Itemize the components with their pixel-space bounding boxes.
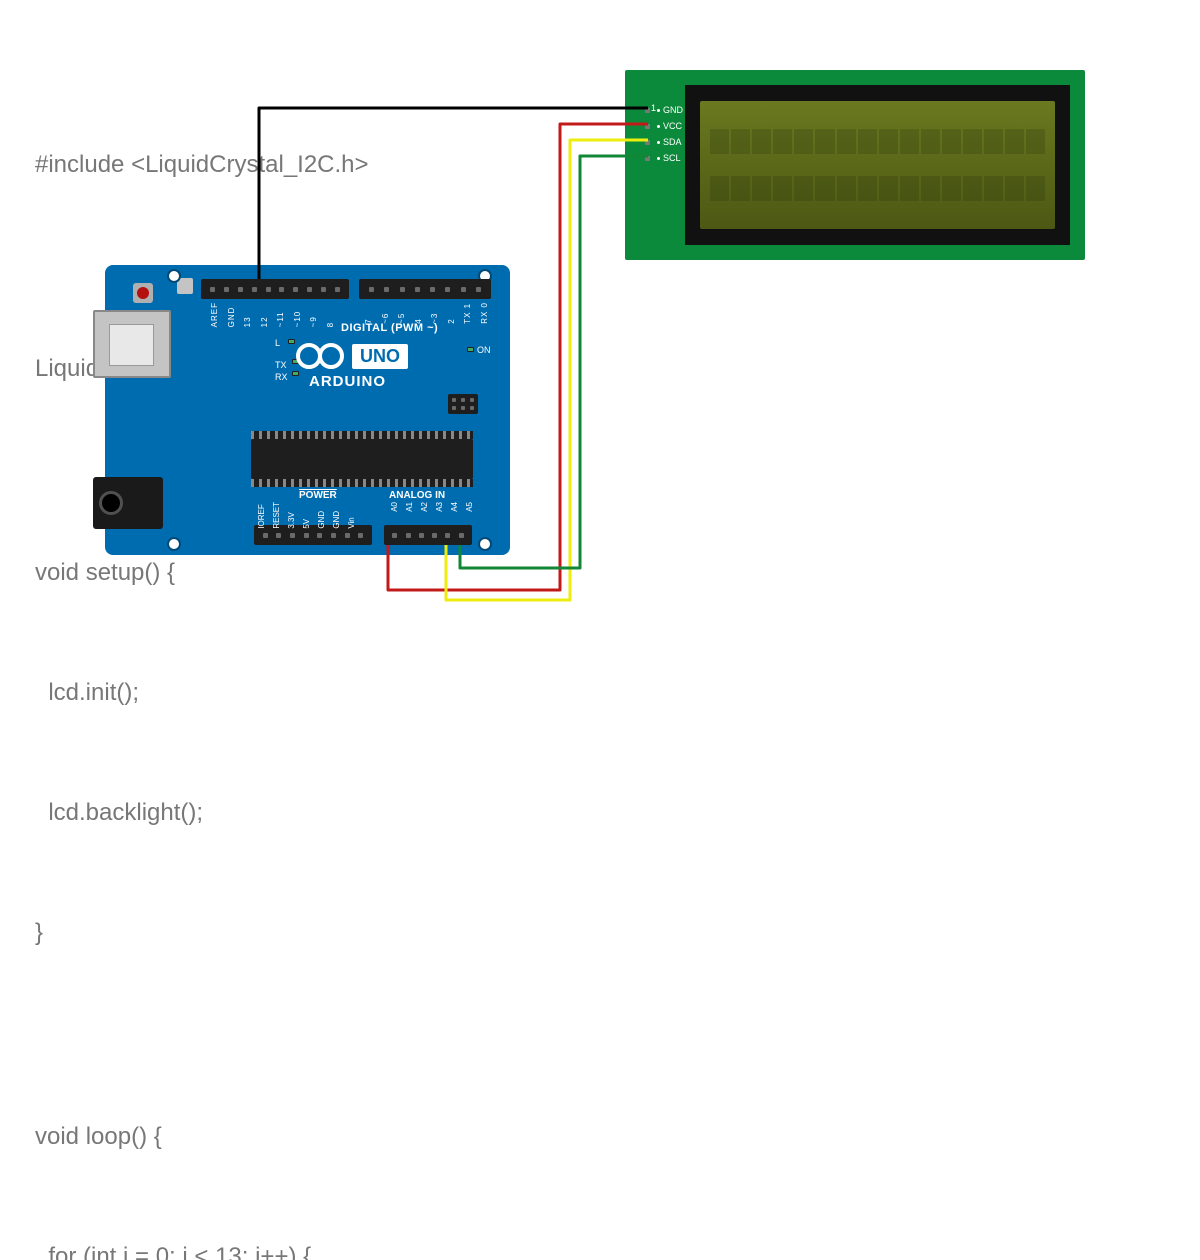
uno-badge: UNO — [352, 344, 408, 369]
icsp-header[interactable] — [448, 394, 478, 414]
lcd-screen — [700, 101, 1054, 229]
arduino-logo: UNO — [296, 343, 408, 369]
power-section-label: POWER — [299, 490, 337, 501]
arduino-uno-board[interactable]: AREFGND1312~11~10~98 7~6~54~32TX 1RX 0 D… — [105, 265, 510, 555]
arduino-brand-text: ARDUINO — [309, 373, 386, 390]
code-line-7: lcd.backlight(); — [35, 795, 403, 831]
l-led-label: L — [275, 338, 280, 348]
atmega-chip-icon — [251, 439, 473, 479]
code-line-10: void loop() { — [35, 1119, 403, 1155]
rx-label: RX — [275, 372, 288, 382]
code-background: #include <LiquidCrystal_I2C.h> LiquidCry… — [35, 75, 403, 1260]
lcd-i2c-module[interactable]: 1 GNDVCCSDASCL — [625, 70, 1085, 260]
analog-section-label: ANALOG IN — [389, 490, 445, 501]
code-line-6: lcd.init(); — [35, 675, 403, 711]
digital-pin-labels-1: AREFGND1312~11~10~98 — [210, 302, 342, 327]
rx-led — [292, 371, 299, 376]
on-led-label: ON — [477, 345, 491, 355]
mounting-hole — [167, 269, 181, 283]
lcd-frame — [685, 85, 1070, 245]
digital-header-1[interactable] — [201, 279, 349, 299]
code-line-1: #include <LiquidCrystal_I2C.h> — [35, 147, 403, 183]
code-line-8: } — [35, 915, 403, 951]
on-led — [467, 347, 474, 352]
code-line-5: void setup() { — [35, 555, 403, 591]
digital-pwm-label: DIGITAL (PWM ~) — [341, 322, 438, 334]
power-pin-labels: IOREFRESET3.3V5VGNDGNDVin — [257, 502, 362, 529]
txrx-labels: TX RX — [275, 358, 288, 384]
infinity-icon — [296, 343, 344, 369]
digital-pin-labels-2: 7~6~54~32TX 1RX 0 — [364, 302, 514, 324]
analog-header[interactable] — [384, 525, 472, 545]
reset-button[interactable] — [133, 283, 153, 303]
power-jack — [93, 477, 163, 529]
tx-label: TX — [275, 360, 288, 370]
digital-header-2[interactable] — [359, 279, 491, 299]
l-led — [288, 339, 295, 344]
analog-pin-labels: A0A1A2A3A4A5 — [390, 502, 480, 512]
mounting-hole — [478, 537, 492, 551]
lcd-pin-labels: GNDVCCSDASCL — [645, 102, 683, 166]
usb-port — [93, 310, 171, 378]
code-line-11: for (int i = 0; i < 13; i++) { — [35, 1239, 403, 1260]
mounting-hole — [167, 537, 181, 551]
